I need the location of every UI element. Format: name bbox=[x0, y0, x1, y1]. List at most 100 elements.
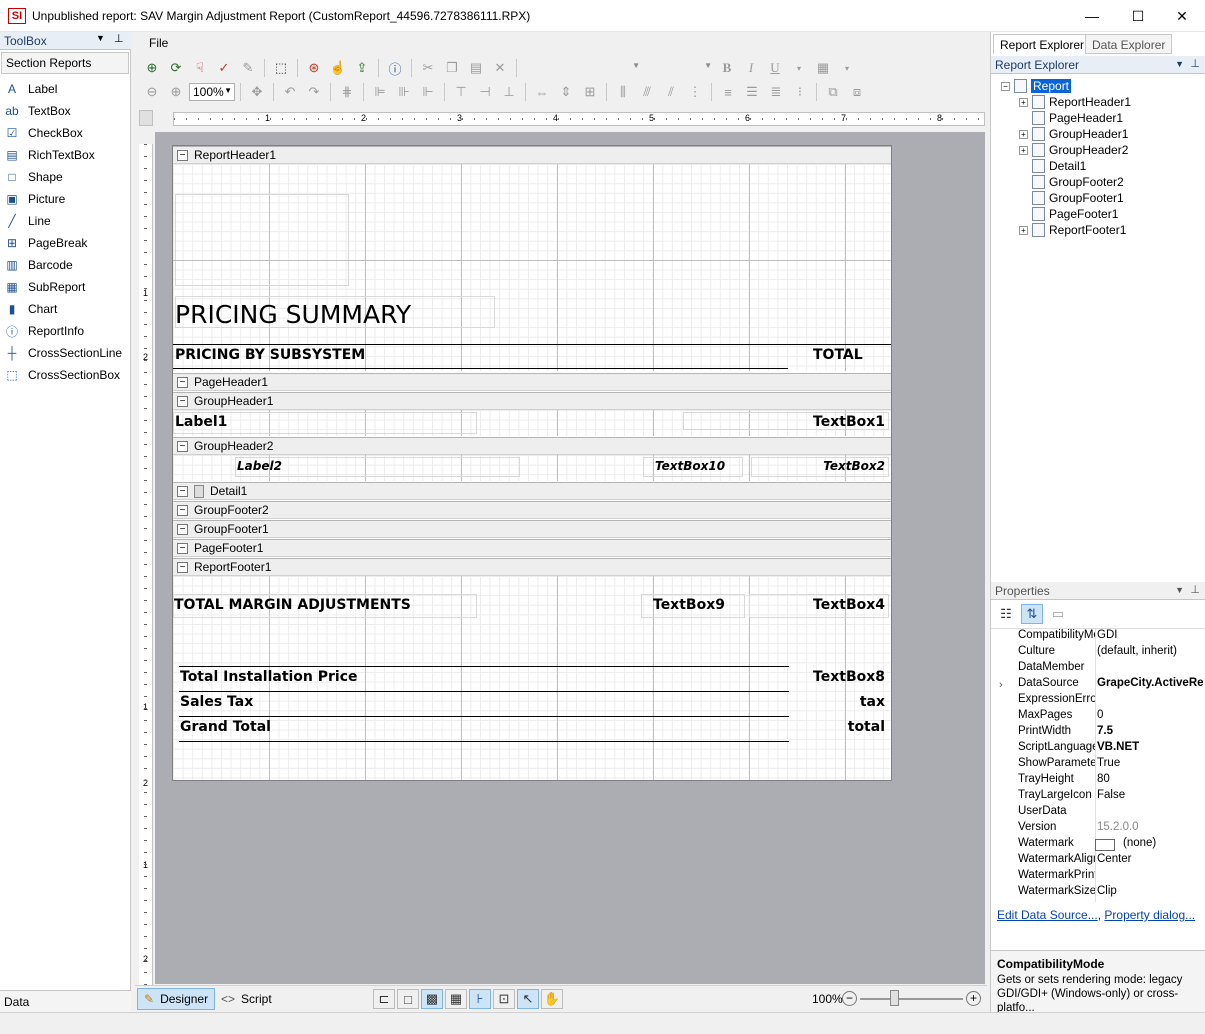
hspace-equal-icon[interactable]: ⫼ bbox=[612, 82, 634, 102]
tree-root-report[interactable]: − Report bbox=[1001, 78, 1072, 94]
edit-data-source-link[interactable]: Edit Data Source... bbox=[997, 908, 1098, 922]
total-installation-label[interactable]: Total Installation Price bbox=[180, 669, 358, 685]
maximize-button[interactable]: ☐ bbox=[1115, 0, 1161, 32]
property-value[interactable] bbox=[1095, 661, 1205, 677]
collapse-icon[interactable]: − bbox=[177, 523, 188, 535]
property-value[interactable] bbox=[1095, 693, 1205, 709]
toolbox-item-crosssectionbox[interactable]: ⬚ CrossSectionBox bbox=[4, 364, 120, 386]
align-left-icon[interactable]: ⊫ bbox=[369, 82, 391, 102]
textbox10-control[interactable]: TextBox10 bbox=[655, 459, 725, 473]
copy-icon[interactable]: ❐ bbox=[441, 58, 463, 78]
tab-report-explorer[interactable]: Report Explorer bbox=[993, 34, 1092, 54]
property-row-datasource[interactable]: DataSource GrapeCity.ActiveRe bbox=[991, 677, 1205, 693]
section-reportheader1[interactable]: − ReportHeader1 bbox=[173, 146, 891, 164]
pin-icon[interactable]: ⊥ bbox=[1190, 583, 1200, 596]
hspace-increase-icon[interactable]: ⫻ bbox=[636, 82, 658, 102]
property-pages-icon[interactable]: ▭ bbox=[1047, 604, 1069, 624]
collapse-icon[interactable]: − bbox=[177, 504, 188, 516]
section-pagefooter1[interactable]: − PageFooter1 bbox=[173, 539, 891, 557]
grid-view-icon[interactable]: ▩ bbox=[421, 989, 443, 1009]
vspace-remove-icon[interactable]: ⁝ bbox=[789, 82, 811, 102]
property-value[interactable]: 15.2.0.0 bbox=[1095, 821, 1205, 837]
toolbox-item-chart[interactable]: ▮ Chart bbox=[4, 298, 58, 320]
property-value[interactable]: GDI bbox=[1095, 629, 1205, 645]
toolbox-item-crosssectionline[interactable]: ┼ CrossSectionLine bbox=[4, 342, 122, 364]
tree-node-groupfooter2[interactable]: GroupFooter2 bbox=[1019, 174, 1124, 190]
font-family-select[interactable]: ▼ bbox=[522, 59, 642, 77]
grid-icon[interactable]: ▦ bbox=[812, 58, 834, 78]
select-icon[interactable]: ⬚ bbox=[270, 58, 292, 78]
edit-icon[interactable]: ✎ bbox=[237, 58, 259, 78]
property-value[interactable]: True bbox=[1095, 757, 1205, 773]
total-control[interactable]: total bbox=[848, 719, 885, 735]
total-margin-label[interactable]: TOTAL MARGIN ADJUSTMENTS bbox=[174, 597, 411, 613]
grand-total-label[interactable]: Grand Total bbox=[180, 719, 271, 735]
new-icon[interactable]: ⊕ bbox=[141, 58, 163, 78]
property-value[interactable]: False bbox=[1095, 789, 1205, 805]
toolbox-item-label[interactable]: A Label bbox=[4, 78, 57, 100]
toolbox-item-barcode[interactable]: ▥ Barcode bbox=[4, 254, 72, 276]
vspace-increase-icon[interactable]: ☰ bbox=[741, 82, 763, 102]
property-row-watermarkprint[interactable]: WatermarkPrint bbox=[991, 869, 1205, 885]
menu-file[interactable]: File bbox=[149, 36, 168, 50]
property-row-maxpages[interactable]: MaxPages 0 bbox=[991, 709, 1205, 725]
pricing-by-subsystem-label[interactable]: PRICING BY SUBSYSTEM bbox=[175, 347, 365, 363]
tree-node-groupheader2[interactable]: + GroupHeader2 bbox=[1019, 142, 1128, 158]
zoom-select[interactable]: 100% ▼ bbox=[189, 83, 235, 101]
property-row-expressionerror[interactable]: ExpressionError bbox=[991, 693, 1205, 709]
paste-icon[interactable]: ▤ bbox=[465, 58, 487, 78]
tax-control[interactable]: tax bbox=[860, 694, 885, 710]
property-value[interactable]: 0 bbox=[1095, 709, 1205, 725]
section-pageheader1[interactable]: − PageHeader1 bbox=[173, 373, 891, 391]
tree-node-groupheader1[interactable]: + GroupHeader1 bbox=[1019, 126, 1128, 142]
sales-tax-label[interactable]: Sales Tax bbox=[180, 694, 253, 710]
toolbox-section-header[interactable]: Section Reports bbox=[1, 52, 129, 74]
pricing-summary-label[interactable]: PRICING SUMMARY bbox=[175, 300, 411, 329]
align-grid-icon[interactable]: ⋕ bbox=[336, 82, 358, 102]
tree-node-reportheader1[interactable]: + ReportHeader1 bbox=[1019, 94, 1131, 110]
zoom-slider-thumb[interactable] bbox=[890, 990, 899, 1006]
zoom-in-button[interactable]: + bbox=[966, 991, 981, 1006]
textbox2-control[interactable]: TextBox2 bbox=[823, 459, 885, 473]
collapse-icon[interactable]: − bbox=[177, 376, 188, 388]
collapse-icon[interactable]: − bbox=[177, 395, 188, 407]
designer-tab[interactable]: ✎ Designer bbox=[137, 988, 216, 1010]
tree-node-detail1[interactable]: Detail1 bbox=[1019, 158, 1086, 174]
same-width-icon[interactable]: ⇔ bbox=[531, 82, 553, 102]
tree-node-pagefooter1[interactable]: PageFooter1 bbox=[1019, 206, 1118, 222]
same-size-icon[interactable]: ⊞ bbox=[579, 82, 601, 102]
tab-data-explorer[interactable]: Data Explorer bbox=[1085, 34, 1173, 54]
property-row-watermarksize[interactable]: WatermarkSize Clip bbox=[991, 885, 1205, 901]
property-value[interactable]: GrapeCity.ActiveRe bbox=[1095, 677, 1205, 693]
redo-icon[interactable]: ↷ bbox=[303, 82, 325, 102]
font-size-select[interactable]: ▼ bbox=[644, 59, 714, 77]
property-row-culture[interactable]: Culture (default, inherit) bbox=[991, 645, 1205, 661]
collapse-icon[interactable]: − bbox=[177, 542, 188, 554]
cut-icon[interactable]: ✂ bbox=[417, 58, 439, 78]
export-icon[interactable]: ⇪ bbox=[351, 58, 373, 78]
expand-icon[interactable]: + bbox=[1019, 225, 1028, 235]
toolbox-item-reportinfo[interactable]: ⓘ ReportInfo bbox=[4, 320, 84, 342]
data-tab[interactable]: Data bbox=[0, 990, 131, 1012]
toolbox-item-shape[interactable]: □ Shape bbox=[4, 166, 62, 188]
bring-to-front-icon[interactable]: ⧉ bbox=[822, 82, 844, 102]
vspace-equal-icon[interactable]: ≡ bbox=[717, 82, 739, 102]
property-value[interactable]: Clip bbox=[1095, 885, 1205, 901]
toolbox-item-richtextbox[interactable]: ▤ RichTextBox bbox=[4, 144, 94, 166]
property-row-watermarkalign[interactable]: WatermarkAlign Center bbox=[991, 853, 1205, 869]
zoom-out-icon[interactable]: ⊖ bbox=[141, 82, 163, 102]
collapse-icon[interactable]: − bbox=[177, 485, 188, 497]
property-row-compatibilitymo[interactable]: CompatibilityMo GDI bbox=[991, 629, 1205, 645]
property-row-scriptlanguage[interactable]: ScriptLanguage VB.NET bbox=[991, 741, 1205, 757]
align-center-icon[interactable]: ⊪ bbox=[393, 82, 415, 102]
dropdown-arrow-icon[interactable]: ▼ bbox=[96, 33, 105, 43]
property-row-trayheight[interactable]: TrayHeight 80 bbox=[991, 773, 1205, 789]
toolbox-item-subreport[interactable]: ▦ SubReport bbox=[4, 276, 85, 298]
align-top-icon[interactable]: ⊤ bbox=[450, 82, 472, 102]
sort-alpha-icon[interactable]: ⇅ bbox=[1021, 604, 1043, 624]
collapse-icon[interactable]: − bbox=[1001, 81, 1010, 91]
collapse-icon[interactable]: − bbox=[177, 440, 188, 452]
like-icon[interactable]: ☝ bbox=[327, 58, 349, 78]
property-value[interactable]: 7.5 bbox=[1095, 725, 1205, 741]
property-value[interactable] bbox=[1095, 805, 1205, 821]
